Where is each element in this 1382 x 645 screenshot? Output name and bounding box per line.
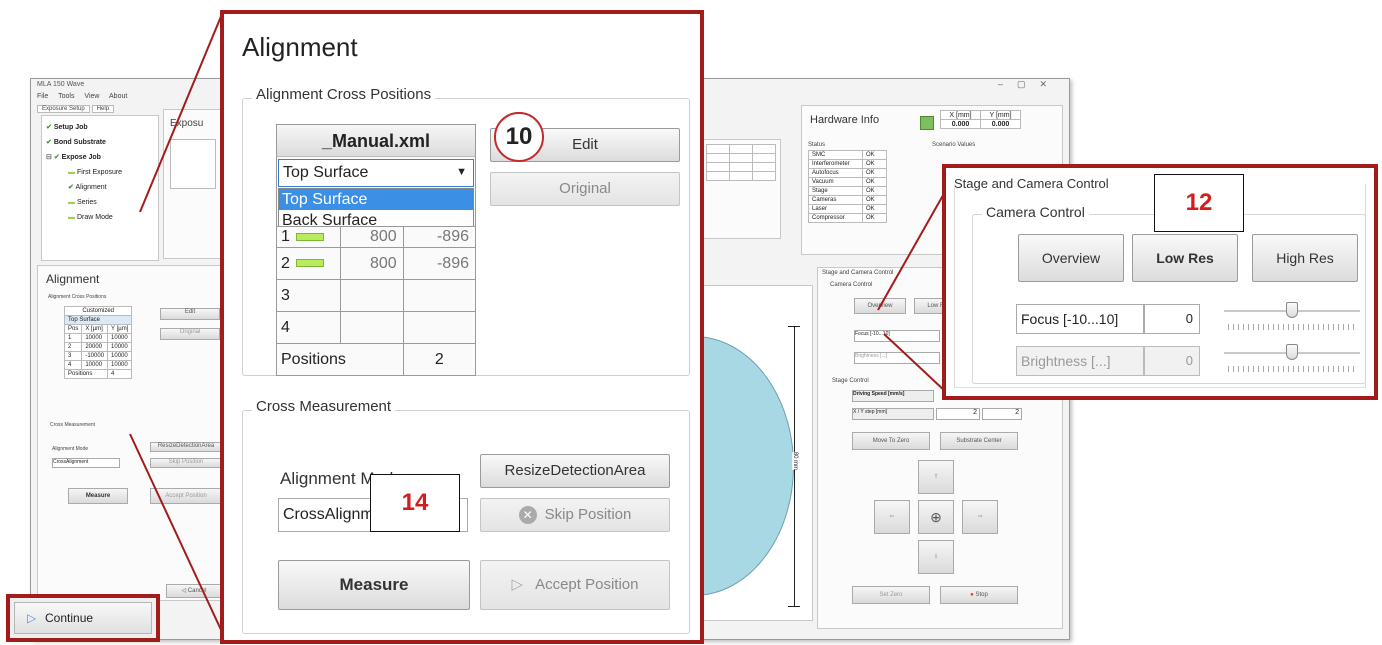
callout-line (883, 333, 947, 393)
dropdown-arrow-icon: ▼ (456, 166, 467, 178)
play-icon: ▷ (27, 611, 37, 625)
positions-count: 2 (402, 343, 477, 376)
table-row[interactable]: 4 (276, 311, 477, 344)
alignment-callout: Alignment Alignment Cross Positions _Man… (220, 10, 704, 644)
table-row[interactable]: 1 800 -896 (276, 226, 477, 248)
focus-label: Focus [-10...10] (1016, 304, 1144, 334)
camera-control-label: Camera Control (982, 204, 1089, 220)
measure-button[interactable]: Measure (278, 560, 470, 610)
accept-position-button[interactable]: ▷ Accept Position (480, 560, 670, 610)
brightness-label: Brightness [...] (1016, 346, 1144, 376)
alignment-title: Alignment (242, 32, 358, 62)
continue-button[interactable]: ▷ Continue (14, 602, 152, 634)
skip-position-button[interactable]: ✕ Skip Position (480, 498, 670, 532)
overview-button[interactable]: Overview (1018, 234, 1124, 282)
callout-line (139, 13, 223, 213)
file-name-header: _Manual.xml (277, 125, 475, 157)
callout-badge-10-front: 10 (494, 112, 544, 162)
surface-select[interactable]: Top Surface ▼ (278, 159, 474, 187)
low-res-button[interactable]: Low Res (1132, 234, 1238, 282)
focus-input[interactable]: 0 (1144, 304, 1200, 334)
skip-icon: ✕ (518, 506, 537, 525)
positions-label: Positions (276, 343, 404, 376)
positions-grid: 1 800 -896 2 800 -896 3 4 Positions 2 (276, 226, 477, 376)
callout-badge-14: 14 (370, 474, 460, 532)
cross-measurement-label: Cross Measurement (252, 398, 396, 415)
slider-thumb[interactable] (1286, 302, 1298, 318)
slider-ticks (1228, 366, 1356, 372)
high-res-button[interactable]: High Res (1252, 234, 1358, 282)
stage-camera-callout: Stage and Camera Control Camera Control … (942, 164, 1378, 400)
dropdown-option-top-surface[interactable]: Top Surface (279, 189, 473, 210)
brightness-input[interactable]: 0 (1144, 346, 1200, 376)
table-row: Positions 2 (276, 343, 477, 376)
focus-slider[interactable] (1224, 302, 1360, 336)
slider-ticks (1228, 324, 1356, 330)
position-color-indicator (295, 259, 324, 268)
callout-line (877, 189, 947, 311)
slider-thumb[interactable] (1286, 344, 1298, 360)
play-icon: ▷ (511, 576, 524, 593)
callout-badge-12: 12 (1154, 174, 1244, 232)
original-button[interactable]: Original (490, 172, 680, 206)
position-color-indicator (295, 232, 324, 241)
table-row[interactable]: 2 800 -896 (276, 247, 477, 280)
brightness-slider[interactable] (1224, 344, 1360, 378)
resize-detection-area-button[interactable]: ResizeDetectionArea (480, 454, 670, 488)
continue-callout: ▷ Continue (6, 594, 160, 642)
cross-positions-label: Alignment Cross Positions (252, 86, 436, 103)
table-row[interactable]: 3 (276, 279, 477, 312)
